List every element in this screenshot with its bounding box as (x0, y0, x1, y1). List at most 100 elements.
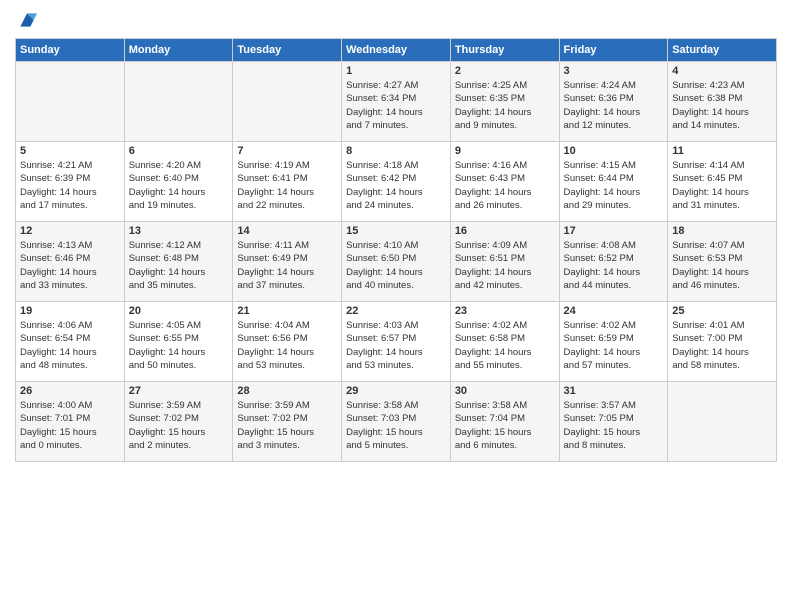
week-row-3: 12Sunrise: 4:13 AM Sunset: 6:46 PM Dayli… (16, 222, 777, 302)
day-cell: 21 Sunrise: 4:04 AM Sunset: 6:56 PM Dayli… (233, 302, 342, 382)
day-info: Sunrise: 4:07 AM Sunset: 6:53 PM Dayligh… (672, 239, 772, 292)
day-cell: 5 Sunrise: 4:21 AM Sunset: 6:39 PM Daylig… (16, 142, 125, 222)
day-info: Sunrise: 4:16 AM Sunset: 6:43 PM Dayligh… (455, 159, 555, 212)
day-info: Sunrise: 4:14 AM Sunset: 6:45 PM Dayligh… (672, 159, 772, 212)
day-cell: 23Sunrise: 4:02 AM Sunset: 6:58 PM Dayli… (450, 302, 559, 382)
day-number: 24 (564, 305, 664, 317)
day-info: Sunrise: 4:05 AM Sunset: 6:55 PM Dayligh… (129, 319, 229, 372)
day-cell: 10 Sunrise: 4:15 AM Sunset: 6:44 PM Dayli… (559, 142, 668, 222)
day-cell: 20 Sunrise: 4:05 AM Sunset: 6:55 PM Dayli… (124, 302, 233, 382)
header-cell-tuesday: Tuesday (233, 39, 342, 62)
day-cell: 14 Sunrise: 4:11 AM Sunset: 6:49 PM Dayli… (233, 222, 342, 302)
week-row-4: 19 Sunrise: 4:06 AM Sunset: 6:54 PM Dayli… (16, 302, 777, 382)
day-number: 5 (20, 145, 120, 157)
day-info: Sunrise: 3:59 AM Sunset: 7:02 PM Dayligh… (129, 399, 229, 452)
day-info: Sunrise: 4:27 AM Sunset: 6:34 PM Dayligh… (346, 79, 446, 132)
day-info: Sunrise: 4:02 AM Sunset: 6:59 PM Dayligh… (564, 319, 664, 372)
day-number: 9 (455, 145, 555, 157)
day-cell: 28 Sunrise: 3:59 AM Sunset: 7:02 PM Dayli… (233, 382, 342, 462)
day-number: 13 (129, 225, 229, 237)
day-number: 19 (20, 305, 120, 317)
day-cell: 22Sunrise: 4:03 AM Sunset: 6:57 PM Dayli… (342, 302, 451, 382)
day-info: Sunrise: 4:03 AM Sunset: 6:57 PM Dayligh… (346, 319, 446, 372)
day-cell: 27 Sunrise: 3:59 AM Sunset: 7:02 PM Dayli… (124, 382, 233, 462)
day-cell (668, 382, 777, 462)
page-header (15, 10, 777, 30)
day-info: Sunrise: 4:09 AM Sunset: 6:51 PM Dayligh… (455, 239, 555, 292)
day-number: 11 (672, 145, 772, 157)
day-number: 1 (346, 65, 446, 77)
day-number: 30 (455, 385, 555, 397)
day-info: Sunrise: 4:23 AM Sunset: 6:38 PM Dayligh… (672, 79, 772, 132)
day-cell: 29 Sunrise: 3:58 AM Sunset: 7:03 PM Dayli… (342, 382, 451, 462)
day-info: Sunrise: 4:00 AM Sunset: 7:01 PM Dayligh… (20, 399, 120, 452)
day-cell: 18 Sunrise: 4:07 AM Sunset: 6:53 PM Dayli… (668, 222, 777, 302)
day-info: Sunrise: 4:12 AM Sunset: 6:48 PM Dayligh… (129, 239, 229, 292)
day-cell (16, 62, 125, 142)
day-cell: 8Sunrise: 4:18 AM Sunset: 6:42 PM Daylig… (342, 142, 451, 222)
day-cell: 17 Sunrise: 4:08 AM Sunset: 6:52 PM Dayli… (559, 222, 668, 302)
day-info: Sunrise: 4:04 AM Sunset: 6:56 PM Dayligh… (237, 319, 337, 372)
day-number: 28 (237, 385, 337, 397)
header-cell-thursday: Thursday (450, 39, 559, 62)
day-cell: 11 Sunrise: 4:14 AM Sunset: 6:45 PM Dayli… (668, 142, 777, 222)
day-cell: 25 Sunrise: 4:01 AM Sunset: 7:00 PM Dayli… (668, 302, 777, 382)
day-number: 17 (564, 225, 664, 237)
day-cell: 31 Sunrise: 3:57 AM Sunset: 7:05 PM Dayli… (559, 382, 668, 462)
day-cell: 7 Sunrise: 4:19 AM Sunset: 6:41 PM Daylig… (233, 142, 342, 222)
day-cell: 6 Sunrise: 4:20 AM Sunset: 6:40 PM Daylig… (124, 142, 233, 222)
logo (15, 10, 37, 30)
day-info: Sunrise: 4:11 AM Sunset: 6:49 PM Dayligh… (237, 239, 337, 292)
day-cell: 2 Sunrise: 4:25 AM Sunset: 6:35 PM Daylig… (450, 62, 559, 142)
day-cell: 24 Sunrise: 4:02 AM Sunset: 6:59 PM Dayli… (559, 302, 668, 382)
day-info: Sunrise: 4:15 AM Sunset: 6:44 PM Dayligh… (564, 159, 664, 212)
day-info: Sunrise: 4:18 AM Sunset: 6:42 PM Dayligh… (346, 159, 446, 212)
day-number: 10 (564, 145, 664, 157)
day-info: Sunrise: 3:59 AM Sunset: 7:02 PM Dayligh… (237, 399, 337, 452)
week-row-5: 26 Sunrise: 4:00 AM Sunset: 7:01 PM Dayli… (16, 382, 777, 462)
day-cell (233, 62, 342, 142)
day-info: Sunrise: 4:13 AM Sunset: 6:46 PM Dayligh… (20, 239, 120, 292)
day-info: Sunrise: 4:21 AM Sunset: 6:39 PM Dayligh… (20, 159, 120, 212)
day-info: Sunrise: 3:58 AM Sunset: 7:04 PM Dayligh… (455, 399, 555, 452)
day-number: 21 (237, 305, 337, 317)
day-number: 4 (672, 65, 772, 77)
header-cell-monday: Monday (124, 39, 233, 62)
day-number: 29 (346, 385, 446, 397)
day-cell: 4 Sunrise: 4:23 AM Sunset: 6:38 PM Daylig… (668, 62, 777, 142)
day-number: 7 (237, 145, 337, 157)
day-number: 18 (672, 225, 772, 237)
day-cell: 13 Sunrise: 4:12 AM Sunset: 6:48 PM Dayli… (124, 222, 233, 302)
day-info: Sunrise: 4:06 AM Sunset: 6:54 PM Dayligh… (20, 319, 120, 372)
header-row: SundayMondayTuesdayWednesdayThursdayFrid… (16, 39, 777, 62)
day-cell: 26 Sunrise: 4:00 AM Sunset: 7:01 PM Dayli… (16, 382, 125, 462)
day-number: 14 (237, 225, 337, 237)
day-info: Sunrise: 4:19 AM Sunset: 6:41 PM Dayligh… (237, 159, 337, 212)
day-number: 20 (129, 305, 229, 317)
header-cell-sunday: Sunday (16, 39, 125, 62)
week-row-2: 5 Sunrise: 4:21 AM Sunset: 6:39 PM Daylig… (16, 142, 777, 222)
day-info: Sunrise: 4:25 AM Sunset: 6:35 PM Dayligh… (455, 79, 555, 132)
day-info: Sunrise: 3:58 AM Sunset: 7:03 PM Dayligh… (346, 399, 446, 452)
day-number: 25 (672, 305, 772, 317)
day-number: 26 (20, 385, 120, 397)
day-number: 16 (455, 225, 555, 237)
day-number: 6 (129, 145, 229, 157)
calendar-table: SundayMondayTuesdayWednesdayThursdayFrid… (15, 38, 777, 462)
day-number: 3 (564, 65, 664, 77)
day-cell: 1 Sunrise: 4:27 AM Sunset: 6:34 PM Daylig… (342, 62, 451, 142)
day-info: Sunrise: 3:57 AM Sunset: 7:05 PM Dayligh… (564, 399, 664, 452)
day-info: Sunrise: 4:24 AM Sunset: 6:36 PM Dayligh… (564, 79, 664, 132)
day-number: 27 (129, 385, 229, 397)
day-number: 31 (564, 385, 664, 397)
day-info: Sunrise: 4:10 AM Sunset: 6:50 PM Dayligh… (346, 239, 446, 292)
week-row-1: 1 Sunrise: 4:27 AM Sunset: 6:34 PM Daylig… (16, 62, 777, 142)
day-cell: 30 Sunrise: 3:58 AM Sunset: 7:04 PM Dayli… (450, 382, 559, 462)
header-cell-wednesday: Wednesday (342, 39, 451, 62)
day-info: Sunrise: 4:20 AM Sunset: 6:40 PM Dayligh… (129, 159, 229, 212)
day-cell: 9 Sunrise: 4:16 AM Sunset: 6:43 PM Daylig… (450, 142, 559, 222)
day-info: Sunrise: 4:08 AM Sunset: 6:52 PM Dayligh… (564, 239, 664, 292)
day-number: 2 (455, 65, 555, 77)
header-cell-friday: Friday (559, 39, 668, 62)
day-info: Sunrise: 4:01 AM Sunset: 7:00 PM Dayligh… (672, 319, 772, 372)
